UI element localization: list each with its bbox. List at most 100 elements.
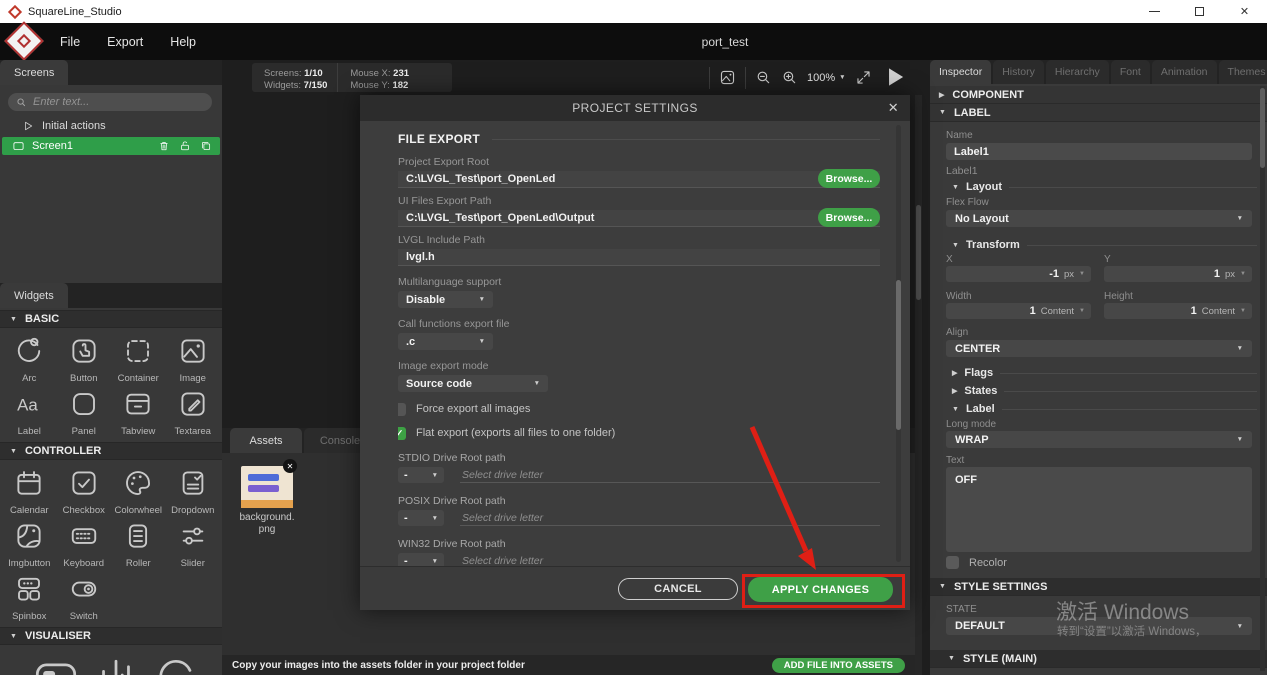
lock-open-icon[interactable] bbox=[179, 140, 191, 152]
root-path-field[interactable]: Select drive letter bbox=[460, 467, 880, 483]
ui-files-export-path-field[interactable]: C:\LVGL_Test\port_OpenLed\Output Browse.… bbox=[398, 210, 880, 227]
menu-item-file[interactable]: File bbox=[60, 35, 80, 49]
transform-subheader[interactable]: ▼Transform bbox=[930, 238, 1267, 252]
call-functions-dropdown[interactable]: .c▼ bbox=[398, 333, 493, 350]
drive-letter-dropdown[interactable]: -▼ bbox=[398, 510, 444, 526]
recolor-checkbox[interactable] bbox=[946, 556, 959, 569]
drive-letter-dropdown[interactable]: -▼ bbox=[398, 553, 444, 566]
add-file-into-assets-button[interactable]: ADD FILE INTO ASSETS bbox=[772, 658, 905, 673]
tab-font[interactable]: Font bbox=[1111, 60, 1150, 84]
tab-inspector[interactable]: Inspector bbox=[930, 60, 991, 84]
widget-spinbox[interactable]: Spinbox bbox=[2, 570, 57, 623]
height-field[interactable]: 1 Content ▼ bbox=[1104, 303, 1252, 319]
text-textarea[interactable]: OFF bbox=[946, 467, 1252, 552]
widget-tabview[interactable]: Tabview bbox=[111, 385, 166, 438]
widget-vis-chart[interactable] bbox=[94, 649, 138, 675]
widget-dropdown[interactable]: Dropdown bbox=[166, 464, 221, 517]
lvgl-include-path-field[interactable]: lvgl.h bbox=[398, 249, 880, 266]
dialog-scrollbar-thumb[interactable] bbox=[896, 280, 901, 430]
widget-slider[interactable]: Slider bbox=[166, 517, 221, 570]
minimize-button[interactable] bbox=[1132, 0, 1177, 23]
flex-flow-dropdown[interactable]: No Layout▼ bbox=[946, 210, 1252, 227]
canvas-scrollbar[interactable] bbox=[915, 95, 922, 675]
dialog-close-icon[interactable]: ✕ bbox=[888, 95, 899, 121]
root-path-field[interactable]: Select drive letter bbox=[460, 553, 880, 566]
component-section-header[interactable]: ▶ COMPONENT bbox=[930, 86, 1267, 104]
widget-arc[interactable]: Arc bbox=[2, 332, 57, 385]
image-export-mode-dropdown[interactable]: Source code▼ bbox=[398, 375, 548, 392]
align-dropdown[interactable]: CENTER▼ bbox=[946, 340, 1252, 357]
zoom-out-icon[interactable] bbox=[755, 69, 772, 86]
widget-container[interactable]: Container bbox=[111, 332, 166, 385]
tab-history[interactable]: History bbox=[993, 60, 1044, 84]
y-field[interactable]: 1 px ▼ bbox=[1104, 266, 1252, 282]
zoom-in-icon[interactable] bbox=[781, 69, 798, 86]
duplicate-icon[interactable] bbox=[200, 140, 212, 152]
asset-item[interactable]: ✕ background.png bbox=[238, 466, 296, 535]
layout-subheader[interactable]: ▼Layout bbox=[930, 180, 1267, 194]
cancel-button[interactable]: CANCEL bbox=[618, 578, 738, 600]
tab-animation[interactable]: Animation bbox=[1152, 60, 1217, 84]
maximize-button[interactable] bbox=[1177, 0, 1222, 23]
x-field[interactable]: -1 px ▼ bbox=[946, 266, 1091, 282]
flags-subheader[interactable]: ▶Flags bbox=[930, 366, 1267, 380]
tab-screens[interactable]: Screens bbox=[0, 60, 68, 85]
widget-keyboard[interactable]: Keyboard bbox=[57, 517, 112, 570]
fit-screen-icon[interactable] bbox=[855, 69, 872, 86]
trash-icon[interactable] bbox=[158, 140, 170, 152]
widget-textarea[interactable]: Textarea bbox=[166, 385, 221, 438]
states-subheader[interactable]: ▶States bbox=[930, 384, 1267, 398]
inspector-scrollbar-thumb[interactable] bbox=[1260, 88, 1265, 168]
widget-checkbox[interactable]: Checkbox bbox=[57, 464, 112, 517]
tab-hierarchy[interactable]: Hierarchy bbox=[1046, 60, 1109, 84]
widget-button[interactable]: Button bbox=[57, 332, 112, 385]
tab-assets[interactable]: Assets bbox=[230, 428, 302, 453]
search-input[interactable] bbox=[33, 96, 193, 108]
asset-thumbnail[interactable]: ✕ bbox=[241, 466, 293, 508]
canvas-scrollbar-thumb[interactable] bbox=[916, 205, 921, 300]
recolor-row[interactable]: Recolor bbox=[946, 556, 1007, 569]
width-field[interactable]: 1 Content ▼ bbox=[946, 303, 1091, 319]
multilanguage-dropdown[interactable]: Disable▼ bbox=[398, 291, 493, 308]
screens-search[interactable] bbox=[8, 93, 212, 111]
widget-group-header-controller[interactable]: ▼CONTROLLER bbox=[0, 442, 222, 460]
menu-item-export[interactable]: Export bbox=[107, 35, 143, 49]
project-export-root-field[interactable]: C:\LVGL_Test\port_OpenLed Browse... bbox=[398, 171, 880, 188]
tab-widgets[interactable]: Widgets bbox=[0, 283, 68, 308]
dialog-scrollbar[interactable] bbox=[896, 125, 901, 562]
drive-letter-dropdown[interactable]: -▼ bbox=[398, 467, 444, 483]
tab-themes[interactable]: Themes bbox=[1219, 60, 1267, 84]
initial-actions-item[interactable]: Initial actions bbox=[0, 117, 222, 135]
asset-remove-icon[interactable]: ✕ bbox=[283, 459, 297, 473]
style-main-header[interactable]: ▼STYLE (MAIN) bbox=[930, 650, 1267, 668]
widget-vis-spinner[interactable] bbox=[154, 649, 198, 675]
flat-export-row[interactable]: ✓ Flat export (exports all files to one … bbox=[398, 426, 880, 440]
widget-group-header-basic[interactable]: ▼BASIC bbox=[0, 310, 222, 328]
flat-export-checkbox[interactable]: ✓ bbox=[398, 427, 406, 440]
inspector-scrollbar[interactable] bbox=[1260, 86, 1265, 671]
widget-panel[interactable]: Panel bbox=[57, 385, 112, 438]
widget-colorwheel[interactable]: Colorwheel bbox=[111, 464, 166, 517]
widget-label[interactable]: AaLabel bbox=[2, 385, 57, 438]
widget-vis-bar[interactable] bbox=[34, 649, 78, 675]
image-mode-icon[interactable] bbox=[719, 69, 736, 86]
menu-item-help[interactable]: Help bbox=[170, 35, 196, 49]
widget-image[interactable]: Image bbox=[166, 332, 221, 385]
widget-imgbutton[interactable]: Imgbutton bbox=[2, 517, 57, 570]
widget-switch[interactable]: Switch bbox=[57, 570, 112, 623]
force-export-checkbox[interactable] bbox=[398, 403, 406, 416]
label-section-header[interactable]: ▼ LABEL bbox=[930, 104, 1267, 122]
widget-calendar[interactable]: Calendar bbox=[2, 464, 57, 517]
play-button[interactable] bbox=[882, 64, 908, 95]
widget-roller[interactable]: Roller bbox=[111, 517, 166, 570]
widget-group-header-visualiser[interactable]: ▼VISUALISER bbox=[0, 627, 222, 645]
force-export-row[interactable]: Force export all images bbox=[398, 402, 880, 416]
name-input[interactable]: Label1 bbox=[946, 143, 1252, 160]
root-path-field[interactable]: Select drive letter bbox=[460, 510, 880, 526]
close-button[interactable]: ✕ bbox=[1222, 0, 1267, 23]
label-subheader[interactable]: ▼Label bbox=[930, 402, 1267, 416]
long-mode-dropdown[interactable]: WRAP▼ bbox=[946, 431, 1252, 448]
browse-project-root-button[interactable]: Browse... bbox=[818, 169, 880, 188]
style-settings-header[interactable]: ▼STYLE SETTINGS bbox=[930, 578, 1267, 596]
screen-item-selected[interactable]: Screen1 bbox=[2, 137, 220, 155]
